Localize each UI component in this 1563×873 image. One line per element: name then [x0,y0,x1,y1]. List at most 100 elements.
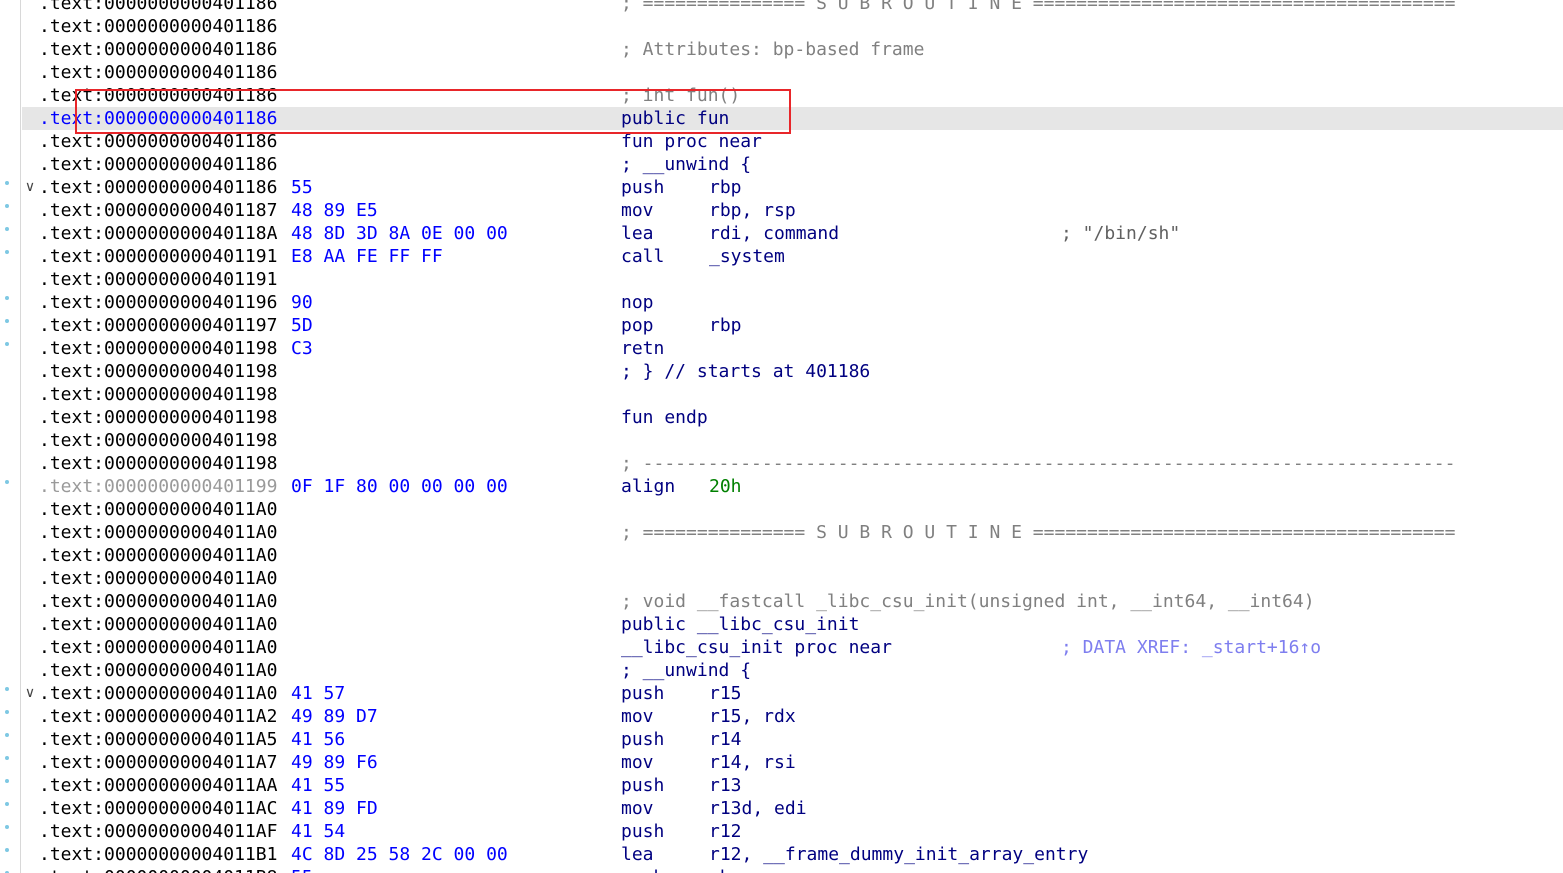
line-address[interactable]: .text:00000000004011AC [39,797,277,820]
breakpoint-dot-icon[interactable] [5,296,9,300]
instruction-operands[interactable]: rbp [709,866,742,873]
listing-row[interactable]: .text:0000000000401198 ; ----------------… [0,452,1563,475]
instruction-operands[interactable]: r12, __frame_dummy_init_array_entry [709,843,1088,866]
breakpoint-dot-icon[interactable] [5,319,9,323]
listing-row[interactable]: .text:00000000004011B8 55 push rbp [0,866,1563,873]
line-address[interactable]: .text:0000000000401186 [39,176,277,199]
line-address[interactable]: .text:00000000004011B8 [39,866,277,873]
operand-text[interactable]: r14 [709,729,742,750]
listing-row[interactable]: .text:00000000004011A0 ; __unwind { [0,659,1563,682]
listing-row[interactable]: .text:0000000000401186 [0,61,1563,84]
instruction-mnemonic[interactable]: push [621,728,664,751]
listing-row[interactable]: .text:0000000000401191 [0,268,1563,291]
breakpoint-dot-icon[interactable] [5,204,9,208]
listing-row[interactable]: .text:00000000004011A0 [0,567,1563,590]
operand-text[interactable]: rbp [709,867,742,873]
line-address[interactable]: .text:0000000000401186 [39,107,277,130]
listing-row[interactable]: .text:00000000004011A5 41 56 push r14 [0,728,1563,751]
line-address[interactable]: .text:00000000004011A0 [39,682,277,705]
breakpoint-dot-icon[interactable] [5,710,9,714]
instruction-mnemonic[interactable]: push [621,866,664,873]
line-address[interactable]: .text:0000000000401198 [39,383,277,406]
operand-text[interactable]: rbp, rsp [709,200,796,221]
listing-text[interactable]: __libc_csu_init proc near [621,636,892,659]
instruction-operands[interactable]: _system [709,245,785,268]
listing-row[interactable]: .text:000000000040118A 48 8D 3D 8A 0E 00 … [0,222,1563,245]
listing-text[interactable]: public __libc_csu_init [621,613,859,636]
breakpoint-dot-icon[interactable] [5,802,9,806]
line-address[interactable]: .text:0000000000401186 [39,130,277,153]
listing-row[interactable]: .text:0000000000401197 5D pop rbp [0,314,1563,337]
instruction-mnemonic[interactable]: align [621,475,675,498]
instruction-mnemonic[interactable]: lea [621,843,654,866]
line-address[interactable]: .text:0000000000401186 [39,0,277,15]
listing-row[interactable]: .text:00000000004011AA 41 55 push r13 [0,774,1563,797]
instruction-operands[interactable]: r15, rdx [709,705,796,728]
breakpoint-dot-icon[interactable] [5,687,9,691]
instruction-mnemonic[interactable]: mov [621,199,654,222]
line-address[interactable]: .text:0000000000401186 [39,38,277,61]
listing-text[interactable]: fun endp [621,406,708,429]
instruction-mnemonic[interactable]: retn [621,337,664,360]
breakpoint-dot-icon[interactable] [5,250,9,254]
line-address[interactable]: .text:0000000000401198 [39,452,277,475]
listing-row[interactable]: .text:0000000000401196 90 nop [0,291,1563,314]
instruction-mnemonic[interactable]: push [621,820,664,843]
line-address[interactable]: .text:0000000000401186 [39,15,277,38]
listing-row[interactable]: .text:00000000004011A0 ; =============== … [0,521,1563,544]
line-address[interactable]: .text:00000000004011A0 [39,498,277,521]
line-address[interactable]: .text:00000000004011A0 [39,659,277,682]
listing-text[interactable]: ; } // starts at 401186 [621,360,870,383]
operand-text[interactable]: r15 [709,683,742,704]
line-address[interactable]: .text:0000000000401197 [39,314,277,337]
listing-row[interactable]: .text:00000000004011A0 __libc_csu_init pr… [0,636,1563,659]
breakpoint-dot-icon[interactable] [5,480,9,484]
line-address[interactable]: .text:0000000000401191 [39,245,277,268]
listing-row[interactable]: .text:00000000004011A0 [0,498,1563,521]
line-address[interactable]: .text:0000000000401198 [39,429,277,452]
listing-text[interactable]: ; __unwind { [621,659,751,682]
line-address[interactable]: .text:0000000000401186 [39,61,277,84]
fold-toggle-icon[interactable]: ∨ [22,682,38,705]
listing-row[interactable]: ∨ .text:0000000000401186 55 push rbp [0,176,1563,199]
instruction-mnemonic[interactable]: lea [621,222,654,245]
line-address[interactable]: .text:00000000004011A0 [39,636,277,659]
instruction-operands[interactable]: 20h [709,475,742,498]
instruction-mnemonic[interactable]: mov [621,751,654,774]
instruction-mnemonic[interactable]: call [621,245,664,268]
line-address[interactable]: .text:0000000000401186 [39,153,277,176]
listing-text[interactable]: fun proc near [621,130,762,153]
breakpoint-dot-icon[interactable] [5,825,9,829]
listing-row[interactable]: .text:0000000000401186 ; __unwind { [0,153,1563,176]
operand-text[interactable]: r14, rsi [709,752,796,773]
line-address[interactable]: .text:00000000004011A0 [39,521,277,544]
breakpoint-dot-icon[interactable] [5,733,9,737]
breakpoint-dot-icon[interactable] [5,227,9,231]
instruction-operands[interactable]: rbp [709,314,742,337]
listing-row[interactable]: .text:0000000000401198 fun endp [0,406,1563,429]
line-address[interactable]: .text:00000000004011A7 [39,751,277,774]
listing-row[interactable]: .text:00000000004011AF 41 54 push r12 [0,820,1563,843]
instruction-operands[interactable]: rbp, rsp [709,199,796,222]
line-address[interactable]: .text:0000000000401198 [39,406,277,429]
listing-row[interactable]: .text:0000000000401186 public fun [0,107,1563,130]
instruction-operands[interactable]: r12 [709,820,742,843]
line-address[interactable]: .text:0000000000401198 [39,360,277,383]
line-address[interactable]: .text:00000000004011AA [39,774,277,797]
breakpoint-dot-icon[interactable] [5,181,9,185]
listing-row[interactable]: .text:00000000004011AC 41 89 FD mov r13d, e… [0,797,1563,820]
listing-row[interactable]: .text:00000000004011A7 49 89 F6 mov r14, rs… [0,751,1563,774]
listing-row[interactable]: .text:0000000000401186 ; int fun() [0,84,1563,107]
instruction-operands[interactable]: r13d, edi [709,797,807,820]
listing-row[interactable]: .text:0000000000401186 ; Attributes: bp-b… [0,38,1563,61]
listing-row[interactable]: .text:0000000000401186 [0,15,1563,38]
listing-row[interactable]: .text:00000000004011A2 49 89 D7 mov r15, rd… [0,705,1563,728]
operand-text[interactable]: 20h [709,476,742,497]
listing-row[interactable]: .text:00000000004011A0 ; void __fastcall … [0,590,1563,613]
listing-text[interactable]: ; __unwind { [621,153,751,176]
breakpoint-dot-icon[interactable] [5,342,9,346]
listing-row[interactable]: .text:00000000004011A0 [0,544,1563,567]
line-address[interactable]: .text:00000000004011A0 [39,613,277,636]
breakpoint-dot-icon[interactable] [5,779,9,783]
instruction-operands[interactable]: rdi, command [709,222,839,245]
